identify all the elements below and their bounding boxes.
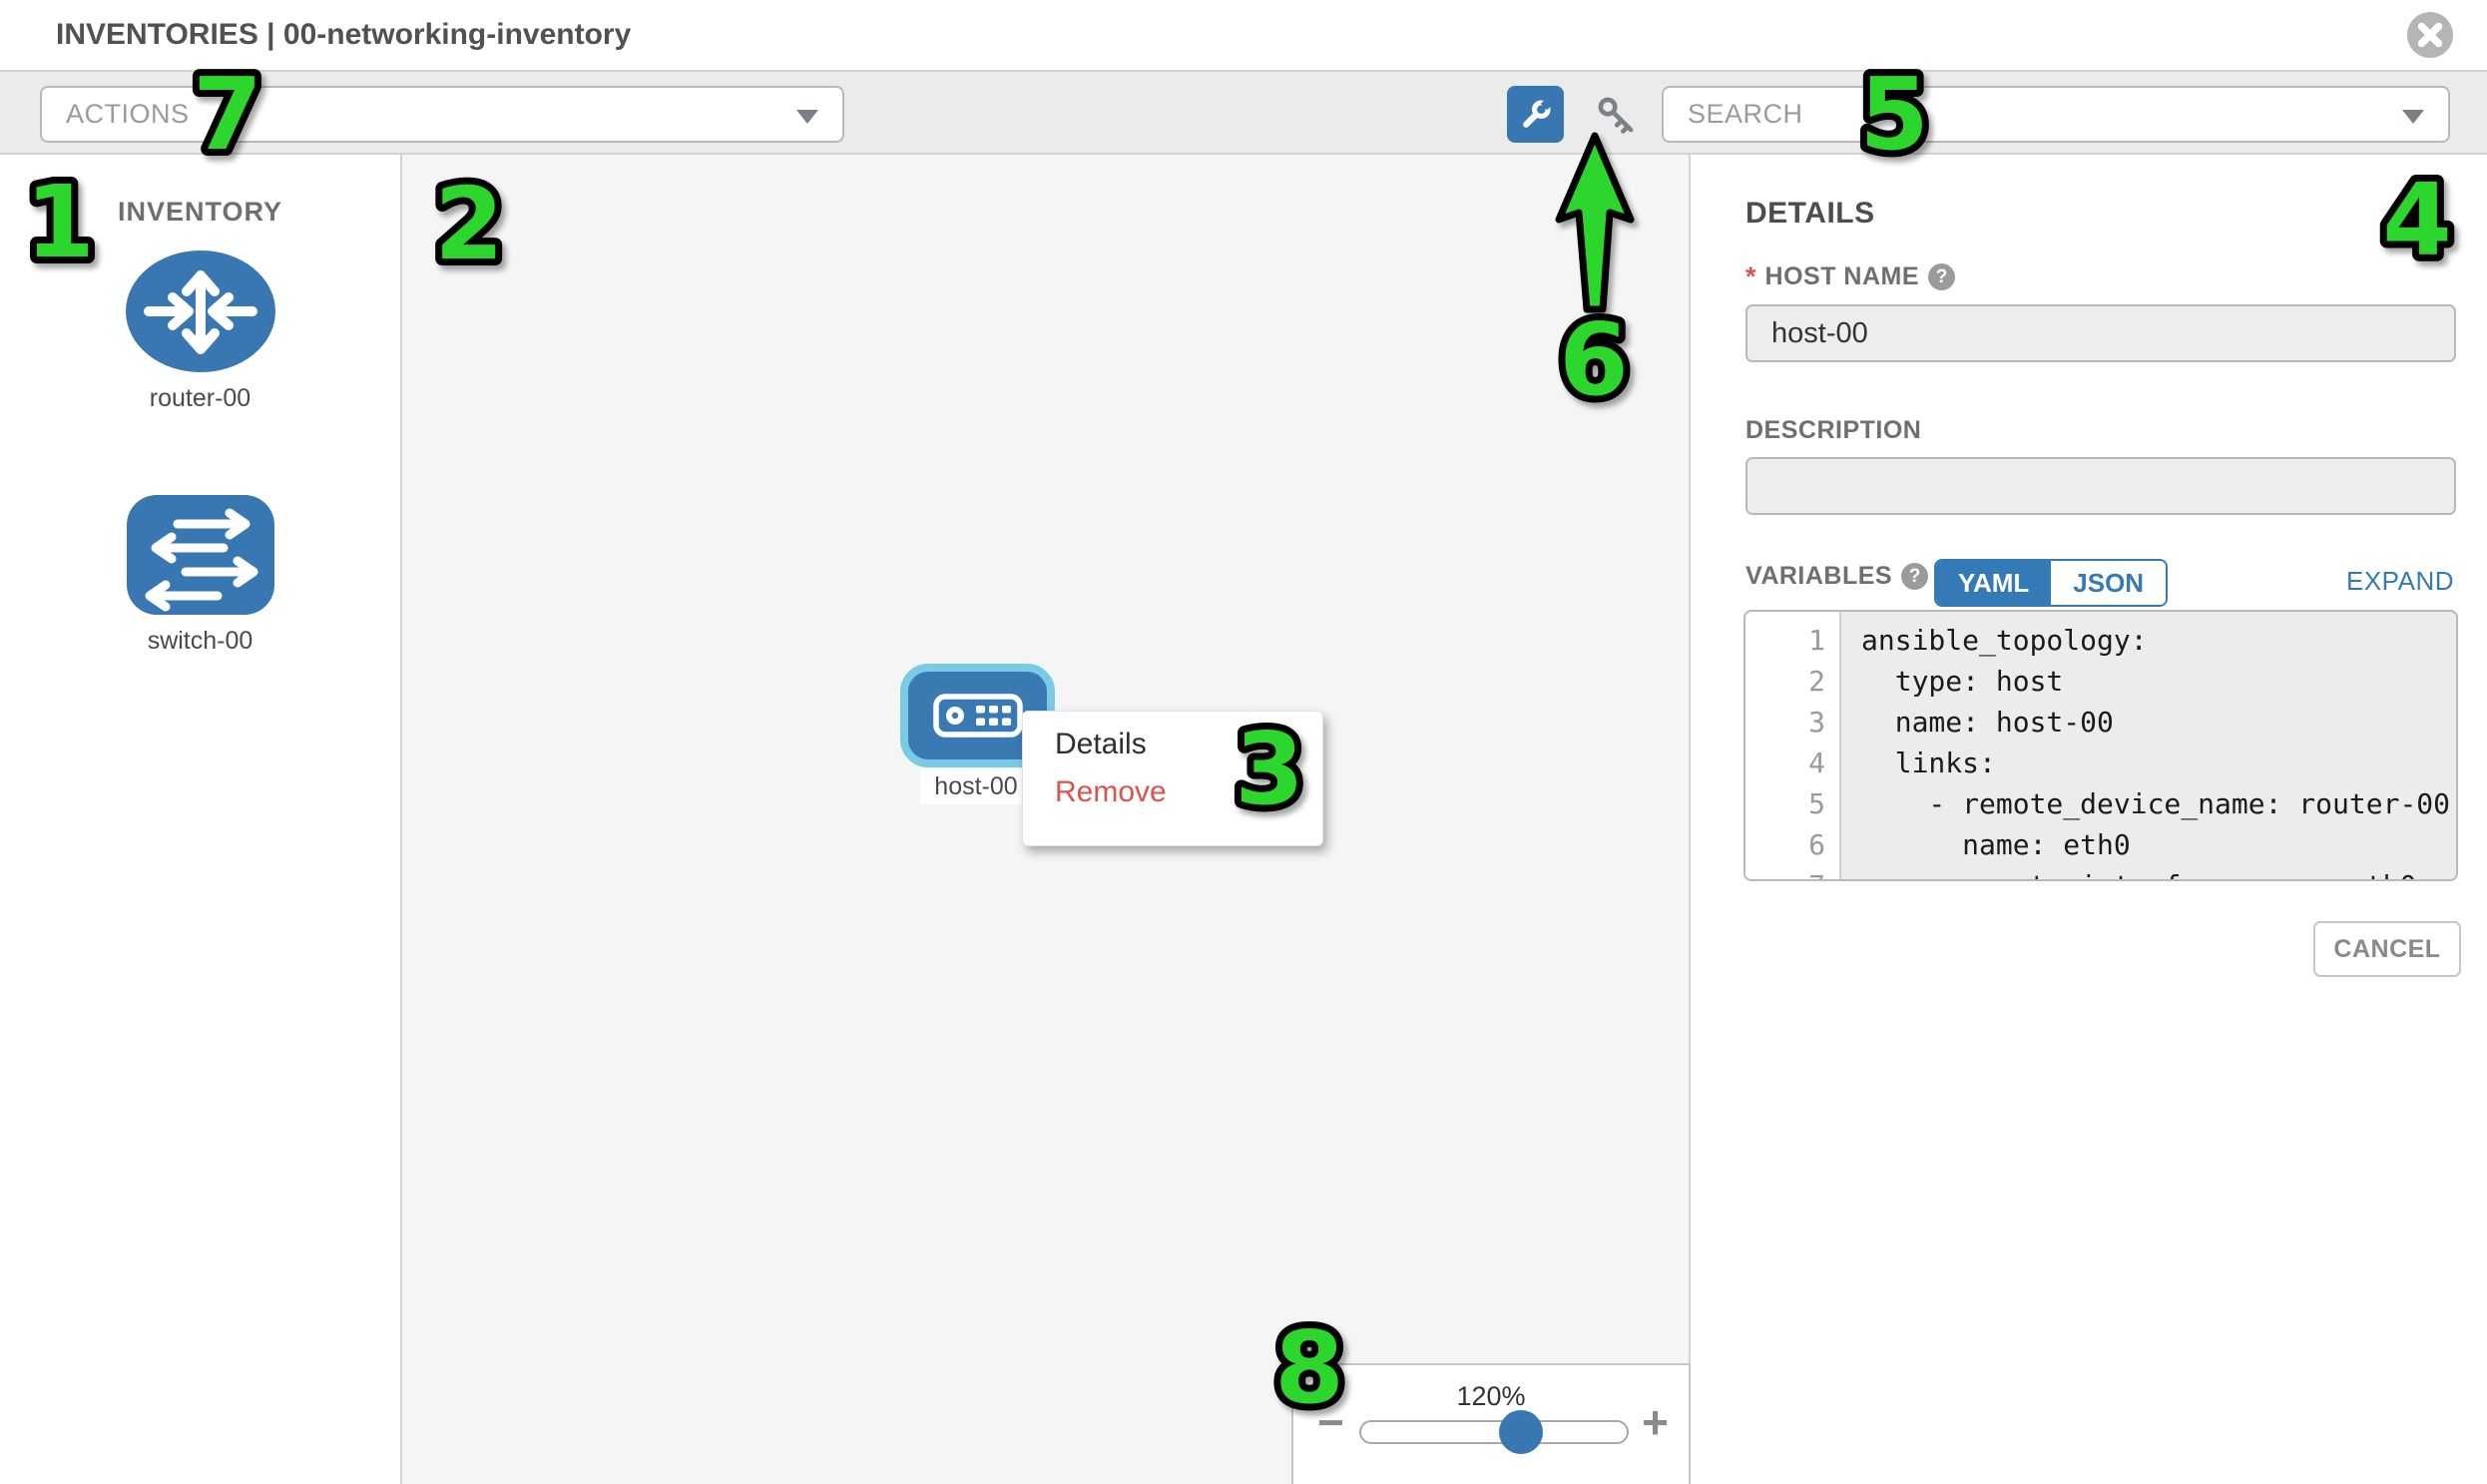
chevron-down-icon xyxy=(2402,110,2424,124)
search-dropdown-placeholder: SEARCH xyxy=(1688,99,1803,130)
switch-icon xyxy=(126,494,275,616)
host-name-label-row: * HOST NAME ? xyxy=(1745,261,1955,292)
toolbar: ACTIONS SEARCH xyxy=(0,72,2487,155)
host-icon xyxy=(932,691,1024,741)
sidebar-item-label: switch-00 xyxy=(0,627,400,656)
details-panel: DETAILS * HOST NAME ? DESCRIPTION VARIAB… xyxy=(1691,155,2487,1484)
sidebar-item-label: router-00 xyxy=(0,384,400,413)
page-header: INVENTORIES | 00-networking-inventory xyxy=(0,0,2487,72)
code-line: 5 - remote_device_name: router-00 xyxy=(1745,783,2456,824)
tab-yaml[interactable]: YAML xyxy=(1936,561,2051,605)
wrench-button[interactable] xyxy=(1507,86,1564,143)
cancel-button[interactable]: CANCEL xyxy=(2313,921,2461,977)
sidebar-item-switch[interactable]: switch-00 xyxy=(0,494,400,656)
sidebar-title: INVENTORY xyxy=(0,197,400,228)
code-line: 4 links: xyxy=(1745,742,2456,783)
key-icon[interactable] xyxy=(1593,92,1639,138)
sidebar-item-router[interactable]: router-00 xyxy=(0,249,400,413)
required-asterisk: * xyxy=(1745,261,1756,292)
page-title: INVENTORIES | 00-networking-inventory xyxy=(56,0,631,70)
zoom-in-button[interactable]: + xyxy=(1642,1399,1669,1445)
zoom-control: 120% − + xyxy=(1291,1363,1691,1484)
topology-canvas[interactable]: host-00 Details Remove 120% − + xyxy=(402,155,1691,1484)
zoom-slider-thumb[interactable] xyxy=(1499,1410,1543,1454)
variables-label-row: VARIABLES ? xyxy=(1745,562,1928,591)
context-menu-item-remove[interactable]: Remove xyxy=(1055,775,1322,809)
variables-format-toggle: YAML JSON xyxy=(1934,559,2168,607)
zoom-level-value: 120% xyxy=(1293,1381,1689,1412)
router-icon xyxy=(125,249,276,373)
code-line: 3 name: host-00 xyxy=(1745,702,2456,742)
editor-code-lines: 1ansible_topology: 2 type: host 3 name: … xyxy=(1745,620,2456,881)
code-line: 2 type: host xyxy=(1745,661,2456,702)
chevron-down-icon xyxy=(796,110,818,124)
host-name-label: HOST NAME xyxy=(1765,262,1920,291)
variables-code-editor[interactable]: 1ansible_topology: 2 type: host 3 name: … xyxy=(1743,610,2458,881)
context-menu-item-details[interactable]: Details xyxy=(1055,728,1322,761)
code-line: 7 remote_interface_name: eth0 xyxy=(1745,865,2456,881)
code-line: 6 name: eth0 xyxy=(1745,824,2456,865)
details-title: DETAILS xyxy=(1745,197,1875,231)
variables-label: VARIABLES xyxy=(1745,562,1892,591)
code-line: 1ansible_topology: xyxy=(1745,620,2456,661)
tab-json[interactable]: JSON xyxy=(2051,561,2166,605)
description-label: DESCRIPTION xyxy=(1745,416,1921,445)
help-icon[interactable]: ? xyxy=(1928,263,1955,290)
description-input[interactable] xyxy=(1745,457,2456,515)
inventory-topology-page: INVENTORIES | 00-networking-inventory AC… xyxy=(0,0,2487,1484)
inventory-sidebar: INVENTORY router-00 xyxy=(0,155,402,1484)
close-icon[interactable] xyxy=(2407,12,2453,58)
zoom-slider[interactable] xyxy=(1359,1420,1629,1444)
actions-dropdown[interactable]: ACTIONS xyxy=(40,86,844,143)
help-icon[interactable]: ? xyxy=(1901,563,1928,590)
context-menu: Details Remove xyxy=(1022,711,1323,846)
wrench-icon xyxy=(1516,95,1556,135)
host-node-label: host-00 xyxy=(920,769,1031,804)
search-dropdown[interactable]: SEARCH xyxy=(1662,86,2450,143)
expand-link[interactable]: EXPAND xyxy=(2346,566,2454,597)
host-name-input[interactable] xyxy=(1745,304,2456,362)
actions-dropdown-placeholder: ACTIONS xyxy=(66,99,190,130)
description-label-row: DESCRIPTION xyxy=(1745,416,1921,445)
zoom-out-button[interactable]: − xyxy=(1317,1399,1344,1445)
